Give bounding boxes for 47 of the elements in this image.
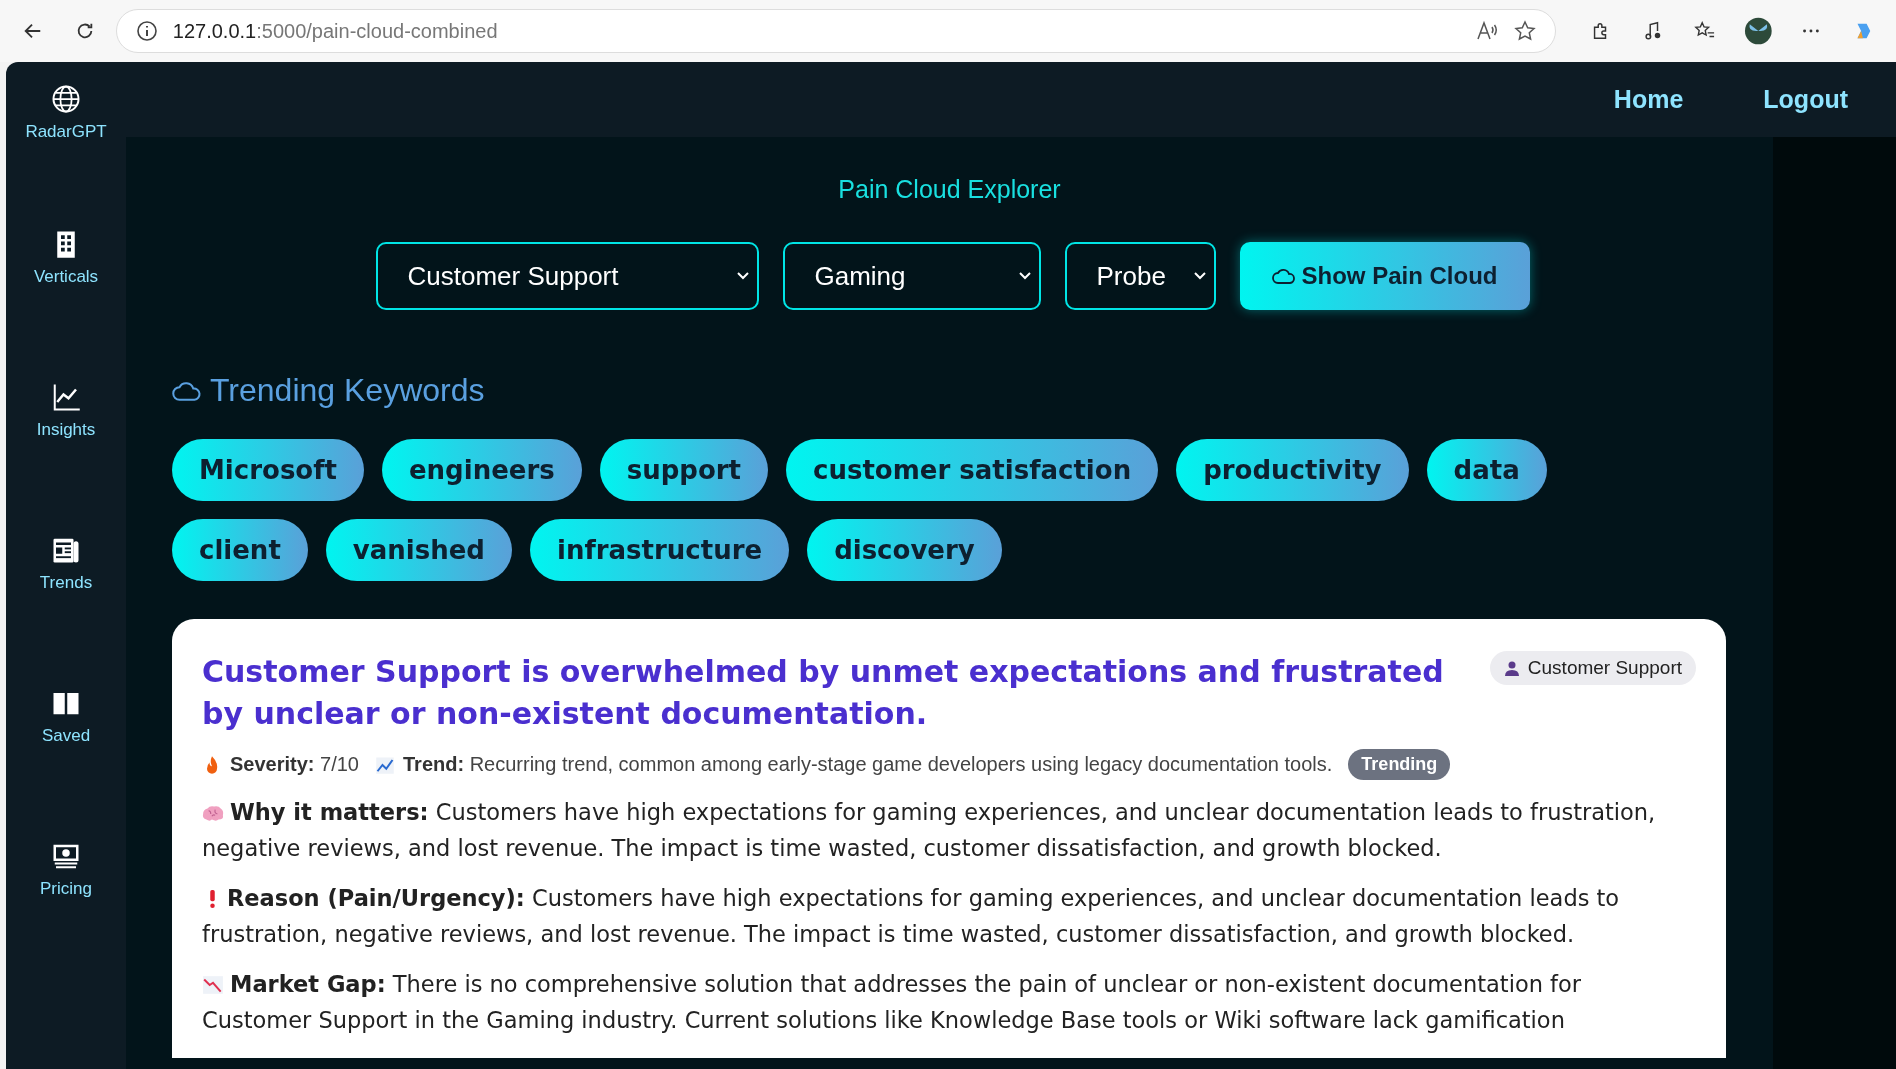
keyword-chip[interactable]: productivity: [1176, 439, 1409, 501]
dropdown[interactable]: Customer Support: [375, 242, 759, 310]
section-paragraph: Reason (Pain/Urgency): Customers have high expectations for gaming experiences, and unclear documentation leads to frustration, negative reviews, and lost revenue. The impact is time wasted, customer dissatisfaction, and growth blocked.: [202, 884, 1621, 949]
meta-text: Severity: 7/10: [230, 753, 359, 776]
person-icon: [1503, 660, 1520, 676]
sidebar-item[interactable]: Verticals: [33, 229, 99, 382]
chart-icon: [51, 382, 81, 412]
nav-link[interactable]: Home: [1613, 85, 1684, 114]
exclamation-icon: [210, 890, 215, 908]
role-tag: Customer Support: [1489, 651, 1696, 685]
brain-icon: [202, 804, 224, 822]
info-icon[interactable]: [134, 19, 159, 43]
sidebar-item[interactable]: Insights: [36, 382, 96, 535]
sidebar-item[interactable]: Pricing: [40, 841, 92, 994]
keyword-chip[interactable]: support: [599, 439, 769, 501]
chevron-icon: [1018, 272, 1031, 280]
sidebar-item[interactable]: Trends: [39, 535, 93, 688]
brand-name[interactable]: RadarGPT: [25, 122, 107, 142]
section-title: Trending Keywords: [210, 372, 485, 409]
keyword-chip[interactable]: Microsoft: [172, 439, 364, 501]
cloud-icon: [1271, 268, 1296, 284]
meta-text: Trend: Recurring trend, common among early-stage game developers using legacy documentation tools.: [403, 753, 1333, 776]
chevron-icon: [1193, 272, 1206, 280]
show-pain-cloud-button[interactable]: Show Pain Cloud: [1239, 242, 1530, 310]
keyword-chip[interactable]: data: [1426, 439, 1547, 501]
dropdown[interactable]: Gaming: [782, 242, 1041, 310]
chevron-icon: [736, 272, 749, 280]
keyword-chip[interactable]: infrastructure: [529, 519, 790, 581]
keyword-chip[interactable]: discovery: [807, 519, 1002, 581]
cloud-icon: [172, 380, 202, 401]
star-icon[interactable]: [1512, 19, 1537, 43]
globe-icon[interactable]: [51, 84, 81, 114]
nav-link[interactable]: Logout: [1763, 85, 1848, 114]
sidebar-item[interactable]: Saved: [41, 688, 91, 841]
address-bar[interactable]: 127.0.0.1:5000/pain-cloud-combined: [115, 9, 1556, 53]
keyword-chip[interactable]: customer satisfaction: [786, 439, 1159, 501]
pain-title: Customer Support is overwhelmed by unmet expectations and frustrated by unclear or non-existent documentation.: [202, 653, 1445, 733]
status-tag: Trending: [1348, 749, 1451, 780]
section-paragraph: Market Gap: There is no comprehensive solution that addresses the pain of unclear or non-existent documentation for Customer Support in the Gaming industry. Current solutions like Knowledge Base tools or Wiki software lack gamification: [202, 970, 1583, 1035]
section-paragraph: Why it matters: Customers have high expectations for gaming experiences, and unclear documentation leads to frustration, negative reviews, and lost revenue. The impact is time wasted, customer dissatisfaction, and growth blocked.: [202, 798, 1657, 863]
page-title: Pain Cloud Explorer: [837, 175, 1062, 204]
keyword-chip[interactable]: engineers: [381, 439, 582, 501]
keyword-chip[interactable]: vanished: [325, 519, 512, 581]
url-text: 127.0.0.1:5000/pain-cloud-combined: [172, 19, 498, 43]
keyword-chip[interactable]: client: [172, 519, 308, 581]
dropdown[interactable]: Probe: [1064, 242, 1216, 310]
trend-down-icon: [202, 976, 224, 994]
